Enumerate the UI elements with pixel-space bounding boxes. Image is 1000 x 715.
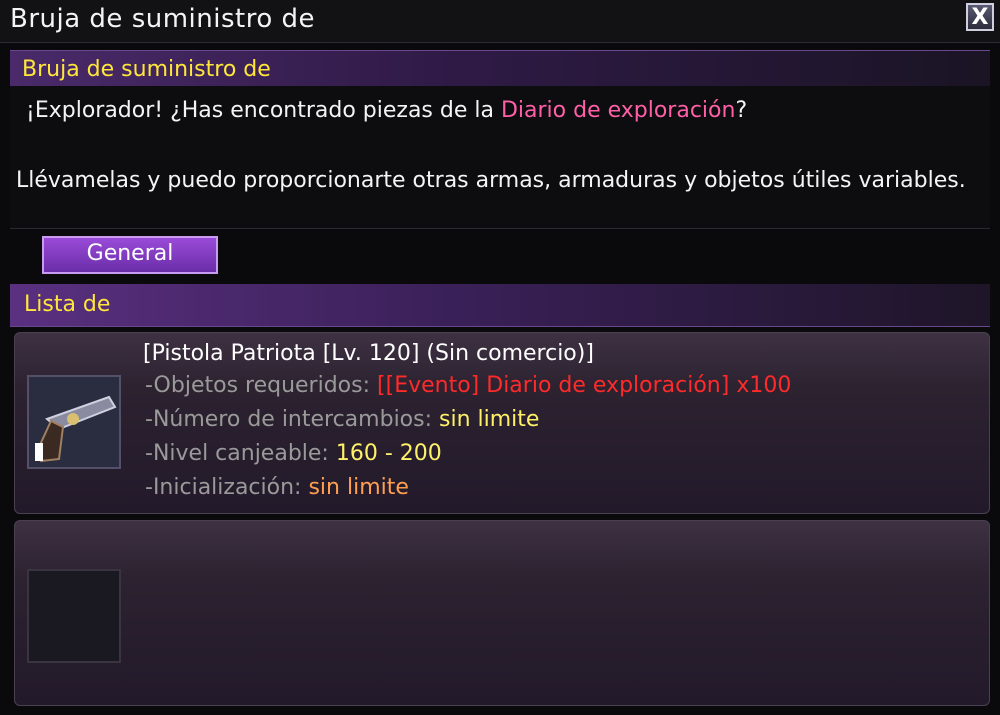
item-name: [Pistola Patriota [Lv. 120] (Sin comerci… xyxy=(143,341,594,366)
close-icon: X xyxy=(971,5,989,30)
level-value: 160 - 200 xyxy=(335,441,442,466)
exchanges-row: -Número de intercambios: sin limite xyxy=(145,407,539,432)
required-label: -Objetos requeridos: xyxy=(145,373,371,398)
pistol-icon xyxy=(27,375,121,469)
init-value: sin limite xyxy=(308,475,409,500)
init-row: -Inicialización: sin limite xyxy=(145,475,409,500)
npc-dialogue-line1: ¡Explorador! ¿Has encontrado piezas de l… xyxy=(26,94,747,128)
npc-dialogue: ¡Explorador! ¿Has encontrado piezas de l… xyxy=(10,86,990,229)
exchanges-value: sin limite xyxy=(439,407,540,432)
required-value: [[Evento] Diario de exploración] x100 xyxy=(377,373,792,398)
npc-dialogue-line2: Llévamelas y puedo proporcionarte otras … xyxy=(16,168,966,193)
list-header: Lista de xyxy=(10,284,990,327)
window-title: Bruja de suministro de xyxy=(10,4,315,34)
empty-slot-icon xyxy=(27,569,121,663)
list-item-empty[interactable] xyxy=(14,520,990,706)
dialogue-text: ¡Explorador! ¿Has encontrado piezas de l… xyxy=(26,98,501,123)
init-label: -Inicialización: xyxy=(145,475,302,500)
required-items-row: -Objetos requeridos: [[Evento] Diario de… xyxy=(145,373,791,398)
dialogue-text-end: ? xyxy=(735,98,748,123)
close-button[interactable]: X xyxy=(966,3,994,31)
level-label: -Nivel canjeable: xyxy=(145,441,329,466)
npc-name-header: Bruja de suministro de xyxy=(10,50,990,87)
window-titlebar: Bruja de suministro de X xyxy=(0,0,1000,43)
npc-name: Bruja de suministro de xyxy=(22,57,271,82)
list-title: Lista de xyxy=(24,292,111,317)
exchanges-label: -Número de intercambios: xyxy=(145,407,433,432)
level-row: -Nivel canjeable: 160 - 200 xyxy=(145,441,442,466)
list-item[interactable]: [Pistola Patriota [Lv. 120] (Sin comerci… xyxy=(14,332,990,514)
tab-general[interactable]: General xyxy=(42,236,218,274)
dialogue-highlight: Diario de exploración xyxy=(500,98,736,123)
